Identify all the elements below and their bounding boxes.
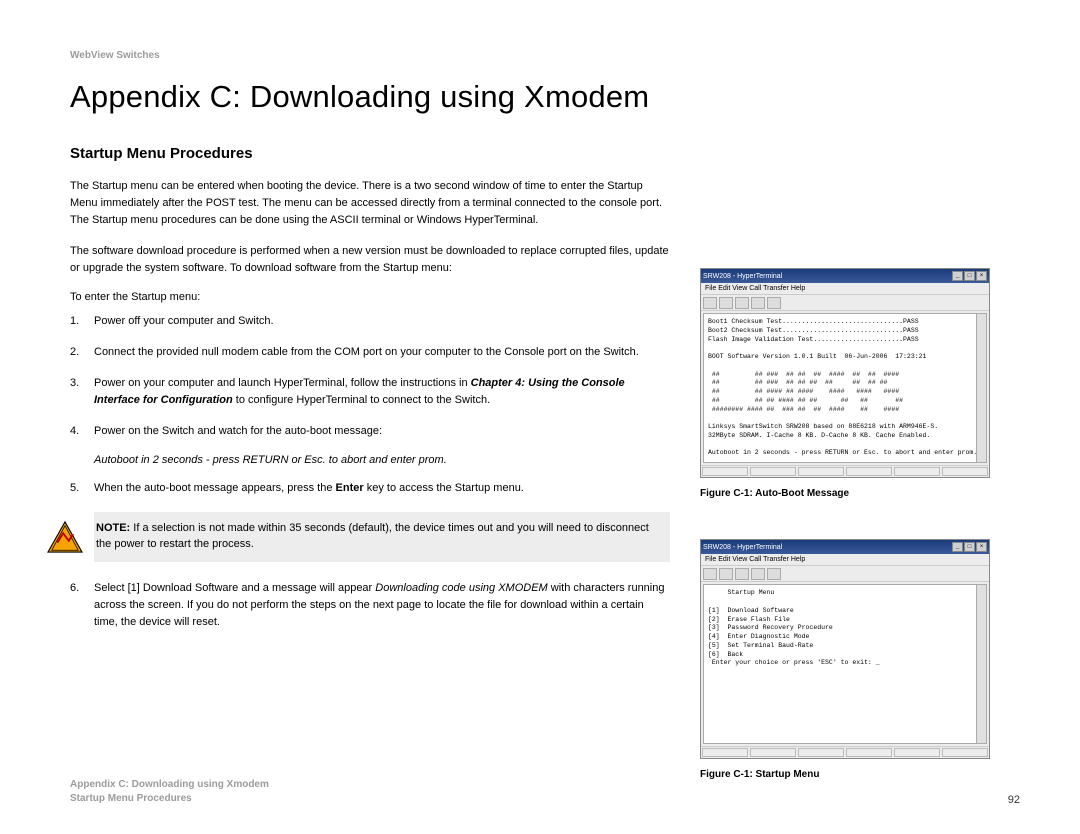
window-toolbar [701,566,989,582]
window-statusbar [701,746,989,758]
content-area: The Startup menu can be entered when boo… [70,178,1020,820]
intro-paragraph-2: The software download procedure is perfo… [70,243,670,277]
scrollbar [976,585,986,743]
figure-c1-startup: SRW208 - HyperTerminal _ □ × File Edit V… [700,539,1000,780]
step-4: Power on the Switch and watch for the au… [70,423,670,440]
figure-c1-autoboot: SRW208 - HyperTerminal _ □ × File Edit V… [700,268,1000,499]
window-buttons: _ □ × [952,271,987,281]
page-number: 92 [1008,794,1020,806]
right-column: SRW208 - HyperTerminal _ □ × File Edit V… [700,178,1000,820]
terminal-text: Boot1 Checksum Test.....................… [708,318,977,456]
page-footer: Appendix C: Downloading using Xmodem Sta… [70,778,1020,806]
window-toolbar [701,295,989,311]
window-menubar: File Edit View Call Transfer Help [701,554,989,566]
terminal-body: Boot1 Checksum Test.....................… [703,313,987,463]
toolbar-button [751,568,765,580]
terminal-window-1: SRW208 - HyperTerminal _ □ × File Edit V… [700,268,990,478]
step-5: When the auto-boot message appears, pres… [70,480,670,497]
step-5-enter-key: Enter [336,482,364,494]
maximize-icon: □ [964,542,975,552]
note-text: NOTE: If a selection is not made within … [96,520,660,553]
steps-list: Power off your computer and Switch. Conn… [70,313,670,440]
toolbar-button [751,297,765,309]
header-label: WebView Switches [70,50,1020,61]
window-menubar: File Edit View Call Transfer Help [701,283,989,295]
footer-line-1: Appendix C: Downloading using Xmodem [70,778,269,792]
note-box: NOTE: If a selection is not made within … [94,512,670,562]
window-title: SRW208 - HyperTerminal [703,544,782,551]
window-statusbar [701,465,989,477]
step-6: Select [1] Download Software and a messa… [70,580,670,631]
window-buttons: _ □ × [952,542,987,552]
terminal-window-2: SRW208 - HyperTerminal _ □ × File Edit V… [700,539,990,759]
close-icon: × [976,271,987,281]
intro-paragraph-1: The Startup menu can be entered when boo… [70,178,670,229]
autoboot-message: Autoboot in 2 seconds - press RETURN or … [94,454,670,466]
steps-list-cont: When the auto-boot message appears, pres… [70,480,670,497]
step-5-text-c: key to access the Startup menu. [364,482,524,494]
step-3-text-c: to configure HyperTerminal to connect to… [233,394,490,406]
warning-icon [46,520,84,554]
minimize-icon: _ [952,271,963,281]
step-3: Power on your computer and launch HyperT… [70,375,670,409]
terminal-body: Startup Menu [1] Download Software [2] E… [703,584,987,744]
step-6-emphasis: Downloading code using XMODEM [375,582,547,594]
toolbar-button [719,568,733,580]
maximize-icon: □ [964,271,975,281]
toolbar-button [703,568,717,580]
footer-line-2: Startup Menu Procedures [70,792,269,806]
window-title: SRW208 - HyperTerminal [703,273,782,280]
footer-left: Appendix C: Downloading using Xmodem Sta… [70,778,269,806]
step-6-text-a: Select [1] Download Software and a messa… [94,582,375,594]
figure-caption-1: Figure C-1: Auto-Boot Message [700,488,1000,499]
step-1: Power off your computer and Switch. [70,313,670,330]
toolbar-button [703,297,717,309]
section-heading: Startup Menu Procedures [70,145,1020,162]
step-3-text-a: Power on your computer and launch HyperT… [94,377,471,389]
terminal-text: Startup Menu [1] Download Software [2] E… [708,589,880,666]
toolbar-button [767,568,781,580]
steps-list-cont2: Select [1] Download Software and a messa… [70,580,670,631]
toolbar-button [719,297,733,309]
scrollbar [976,314,986,462]
window-titlebar: SRW208 - HyperTerminal _ □ × [701,540,989,554]
step-2: Connect the provided null modem cable fr… [70,344,670,361]
toolbar-button [735,568,749,580]
note-label: NOTE: [96,522,130,534]
minimize-icon: _ [952,542,963,552]
page-title: Appendix C: Downloading using Xmodem [70,79,1020,115]
window-titlebar: SRW208 - HyperTerminal _ □ × [701,269,989,283]
toolbar-button [767,297,781,309]
step-5-text-a: When the auto-boot message appears, pres… [94,482,336,494]
lead-in: To enter the Startup menu: [70,291,670,303]
note-body: If a selection is not made within 35 sec… [96,522,649,551]
left-column: The Startup menu can be entered when boo… [70,178,670,820]
close-icon: × [976,542,987,552]
toolbar-button [735,297,749,309]
